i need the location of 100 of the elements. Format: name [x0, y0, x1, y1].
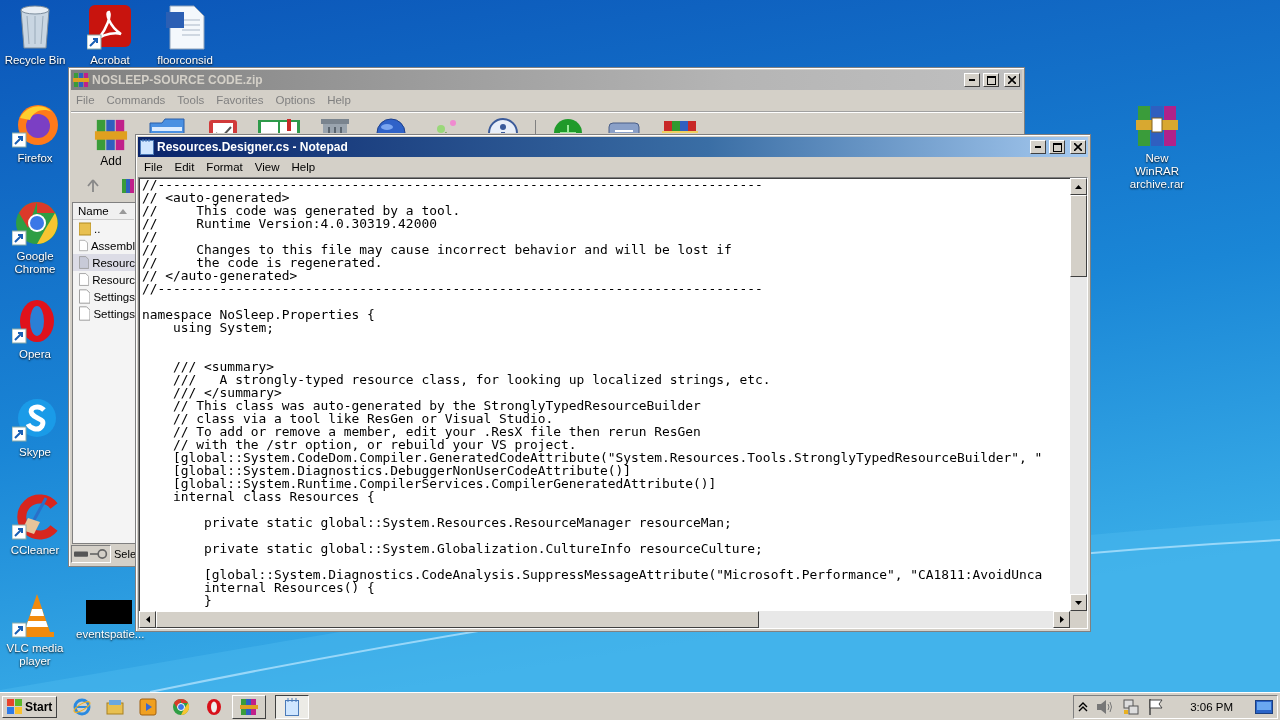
chat-cloud-icon[interactable] — [12, 396, 58, 442]
start-button[interactable]: Start — [2, 695, 58, 718]
desktop-icon-label[interactable]: CCleaner — [10, 544, 60, 557]
archive-books-icon — [94, 118, 128, 152]
menu-item[interactable]: Edit — [168, 160, 201, 173]
code-line: internal class Resources { — [172, 490, 375, 503]
scroll-down-button[interactable] — [1070, 594, 1087, 611]
scroll-thumb[interactable] — [156, 611, 759, 628]
code-line: // Runtime Version:4.0.30319.42000 — [142, 217, 437, 230]
fox-globe-icon[interactable] — [12, 102, 58, 148]
code-line: namespace NoSleep.Properties { — [142, 308, 375, 321]
archive-books-icon — [121, 178, 135, 194]
file-row[interactable]: Settings — [73, 305, 135, 322]
file-row[interactable]: Assembl — [73, 237, 135, 254]
code-line: private static global::System.Resources.ResourceManager resourceMan; — [203, 516, 732, 529]
desktop-icon-label[interactable]: Recycle Bin — [4, 54, 66, 67]
notepad-icon — [140, 139, 154, 155]
close-button[interactable] — [1070, 140, 1086, 154]
sort-arrow-icon — [118, 208, 127, 214]
minimize-icon — [969, 79, 975, 81]
desktop-icon-label[interactable]: Skype — [19, 446, 51, 459]
window-title: NOSLEEP-SOURCE CODE.zip — [92, 73, 263, 87]
flag-icon[interactable] — [1148, 697, 1165, 716]
code-line: /// A strongly-typed resource class, for looking up localized strings, etc. — [172, 373, 771, 386]
down-arrow-icon — [1075, 600, 1082, 605]
window-title: Resources.Designer.cs - Notepad — [157, 140, 348, 154]
show-desktop-icon[interactable] — [1255, 699, 1273, 714]
browser-circle-icon[interactable] — [12, 200, 58, 246]
clock[interactable]: 3:06 PM — [1190, 700, 1233, 713]
file-row[interactable]: Settings — [73, 288, 135, 305]
chevron-up-icon[interactable] — [1078, 701, 1089, 712]
info-icon — [487, 117, 519, 133]
code-line: } — [203, 594, 212, 607]
file-icon — [79, 255, 90, 270]
file-icon — [79, 289, 91, 304]
browser-circle-icon[interactable] — [172, 697, 191, 716]
ring-app-icon[interactable] — [205, 697, 224, 716]
status-text: Sele — [114, 548, 137, 560]
desktop-icon-label[interactable]: New WinRAR archive.rar — [1124, 152, 1190, 191]
code-line: // class via a tool like ResGen or Visual Studio. — [172, 412, 554, 425]
code-line: internal Resources() { — [203, 581, 375, 594]
archive-books-icon — [73, 72, 89, 88]
menu-item[interactable]: Format — [200, 160, 249, 173]
code-line: /// </summary> — [172, 386, 282, 399]
file-icon — [79, 272, 90, 287]
minimize-button[interactable] — [1030, 140, 1046, 154]
desktop-icon-label[interactable]: Acrobat — [90, 54, 130, 67]
drive-icon — [74, 550, 88, 558]
code-line: [global::System.Diagnostics.DebuggerNonUserCodeAttribute()] — [172, 464, 631, 477]
folder-icon — [148, 117, 186, 133]
code-line: // Changes to this file may cause incorrect behavior and will be lost if — [142, 243, 732, 256]
file-icon — [79, 238, 88, 253]
code-line: //------------------------------------------------------------------------------ — [142, 282, 763, 295]
scroll-left-button[interactable] — [139, 611, 156, 628]
code-line: // <auto-generated> — [142, 191, 290, 204]
code-line: // the code is regenerated. — [142, 256, 383, 269]
media-player-icon[interactable] — [139, 697, 158, 716]
start-logo-icon — [7, 698, 23, 715]
file-row[interactable]: Resourc — [73, 271, 135, 288]
menu-item[interactable]: File — [138, 160, 169, 173]
code-line: /// <summary> — [172, 360, 274, 373]
right-arrow-icon — [1059, 616, 1064, 623]
desktop-icon-label[interactable]: Firefox — [17, 152, 53, 165]
taskbar-window-button[interactable] — [275, 694, 310, 719]
folder-icon — [79, 221, 91, 236]
maximize-button[interactable] — [1049, 140, 1065, 154]
close-icon — [1008, 76, 1016, 84]
code-line: // — [142, 230, 158, 243]
file-row[interactable]: .. — [73, 220, 135, 237]
file-row[interactable]: Resourc — [73, 254, 135, 271]
maximize-icon — [1052, 142, 1062, 152]
code-line: private static global::System.Globalization.CultureInfo resourceCulture; — [203, 542, 763, 555]
speaker-icon[interactable] — [1096, 698, 1115, 715]
network-icon[interactable] — [1122, 697, 1141, 716]
minimize-icon — [1035, 146, 1041, 148]
file-icon — [79, 306, 91, 321]
close-icon — [1074, 143, 1082, 151]
notepad-icon — [284, 697, 301, 716]
desktop-icon-label[interactable]: Google Chrome — [2, 250, 68, 276]
desktop-icon-label[interactable]: Opera — [19, 348, 51, 361]
scroll-thumb[interactable] — [1070, 195, 1087, 277]
scrollbar-corner — [1070, 611, 1087, 628]
code-line: // To add or remove a member, edit your .ResX file then rerun ResGen — [172, 425, 701, 438]
brush-icon[interactable] — [12, 494, 58, 540]
file-thumbnail[interactable] — [86, 600, 132, 624]
book-icon — [257, 117, 301, 133]
clipboard-icon — [207, 117, 239, 133]
scroll-right-button[interactable] — [1053, 611, 1070, 628]
column-header[interactable]: Name — [73, 203, 134, 220]
menu-item[interactable]: View — [248, 160, 286, 173]
left-arrow-icon — [145, 616, 150, 623]
code-line: // with the /str option, or rebuild your VS project. — [172, 438, 577, 451]
menu-item[interactable]: Help — [285, 160, 322, 173]
key-icon — [90, 549, 108, 559]
desktop-icon-label[interactable]: floorconsid — [157, 54, 213, 67]
up-arrow-icon — [1075, 184, 1082, 189]
maximize-icon — [986, 75, 996, 85]
scroll-up-button[interactable] — [1070, 178, 1087, 195]
pdf-app-icon[interactable] — [87, 4, 133, 50]
archive-books-icon — [240, 697, 259, 716]
